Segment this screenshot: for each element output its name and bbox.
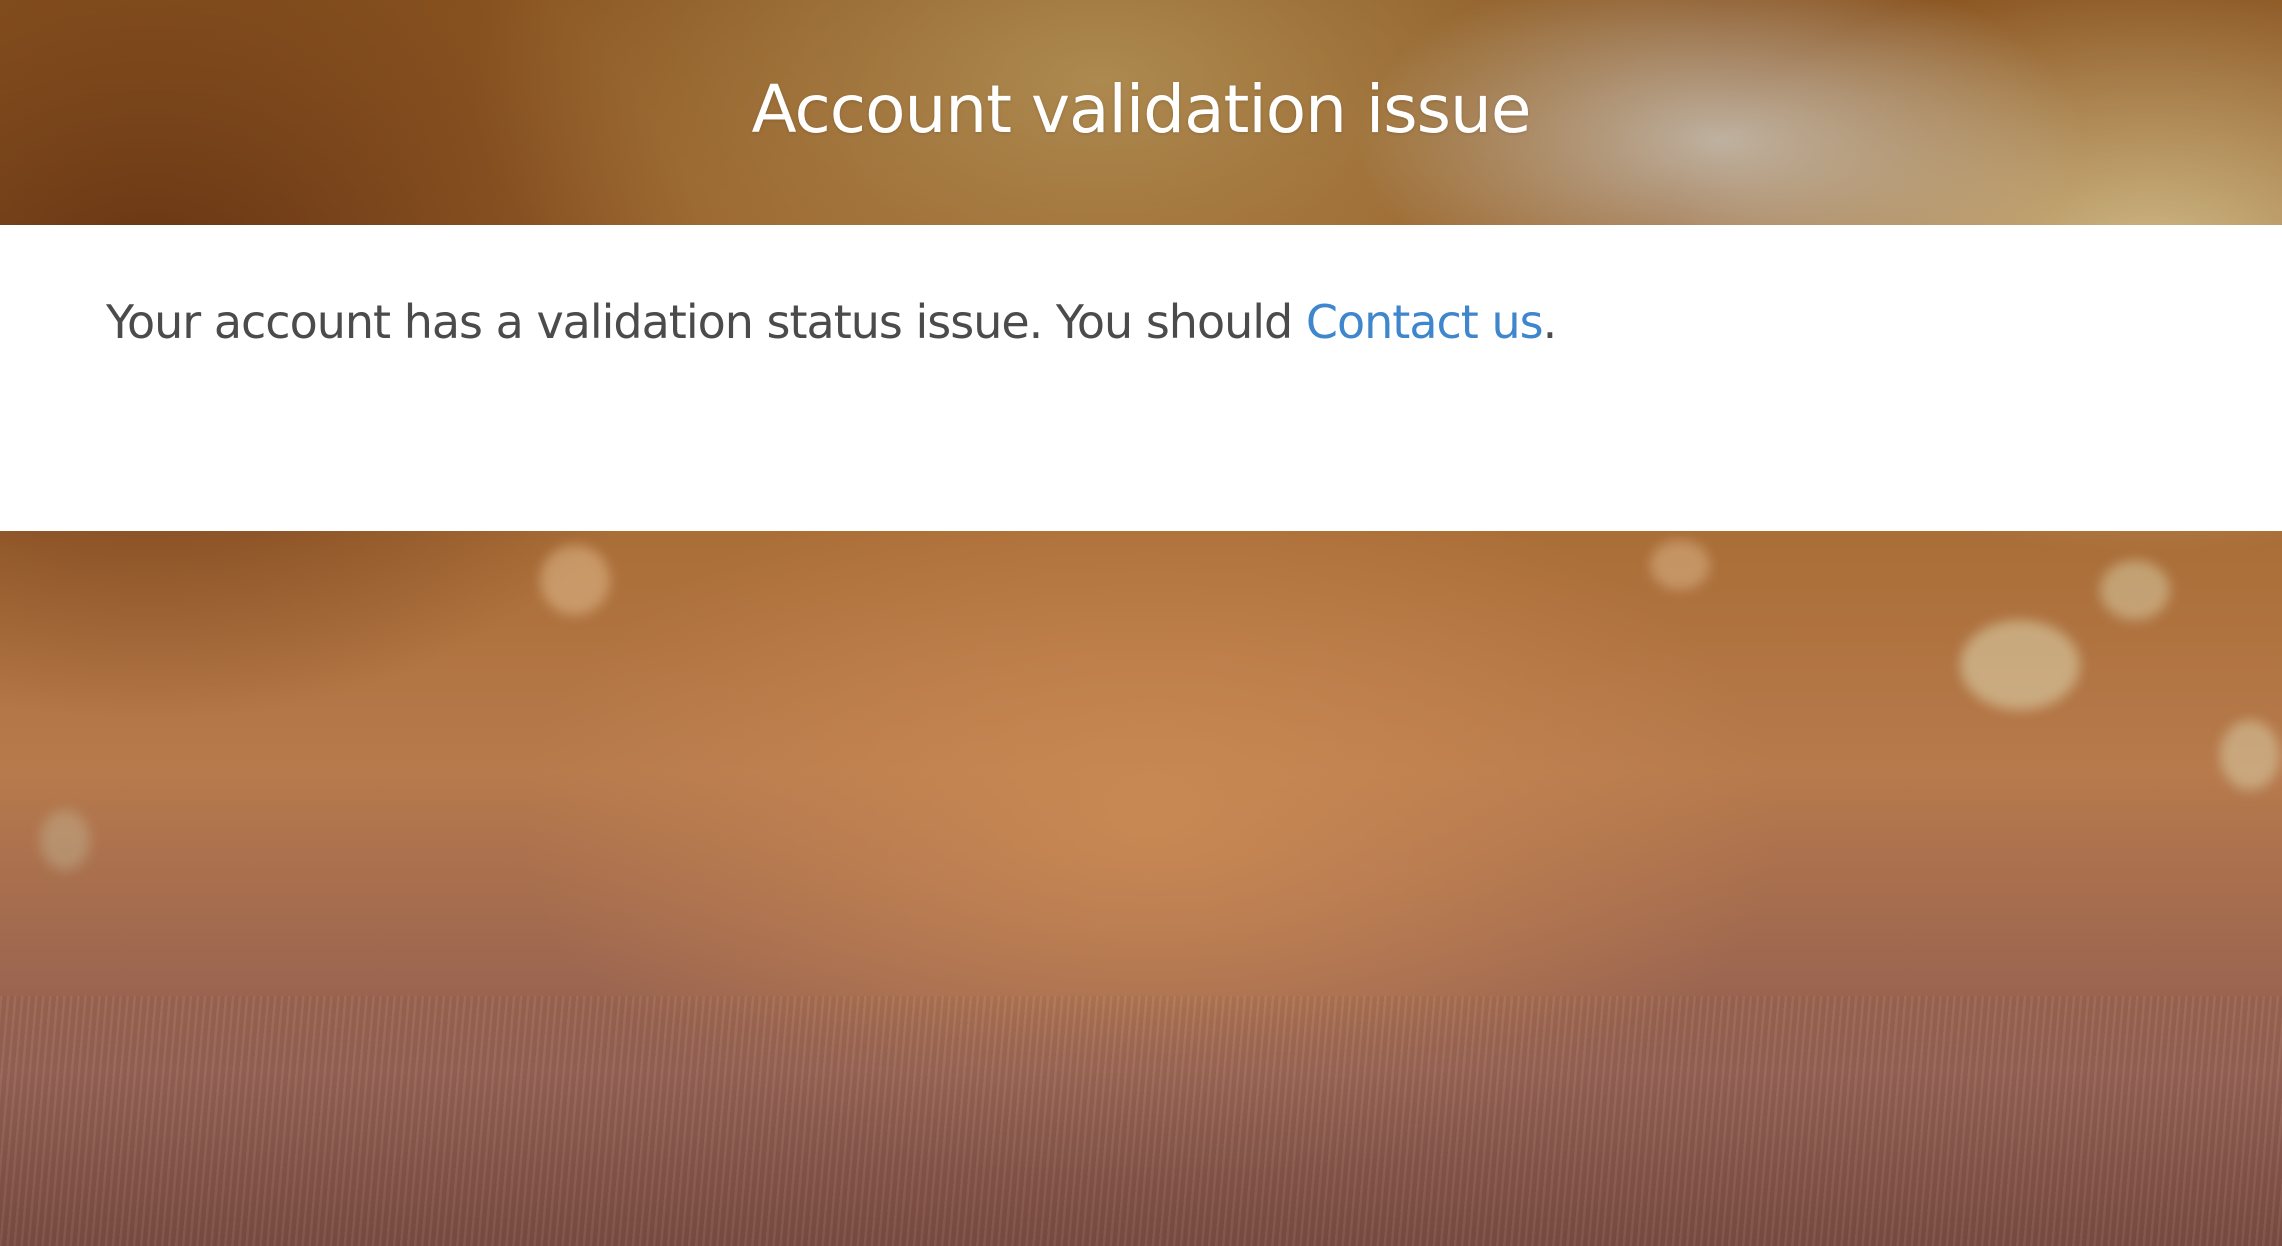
page-title: Account validation issue xyxy=(751,71,1532,148)
validation-message: Your account has a validation status iss… xyxy=(106,295,1558,349)
background-bokeh xyxy=(1650,540,1710,590)
background-bokeh xyxy=(1960,620,2080,710)
contact-us-link[interactable]: Contact us xyxy=(1306,295,1544,349)
message-panel: Your account has a validation status iss… xyxy=(0,225,2282,531)
background-bokeh xyxy=(2100,560,2170,620)
grass-background xyxy=(0,996,2282,1246)
validation-message-suffix: . xyxy=(1542,295,1558,349)
page-header: Account validation issue xyxy=(0,0,2282,225)
background-bokeh xyxy=(40,810,90,870)
background-bokeh xyxy=(2220,720,2280,790)
validation-message-text: Your account has a validation status iss… xyxy=(106,295,1306,349)
background-bokeh xyxy=(540,545,610,615)
